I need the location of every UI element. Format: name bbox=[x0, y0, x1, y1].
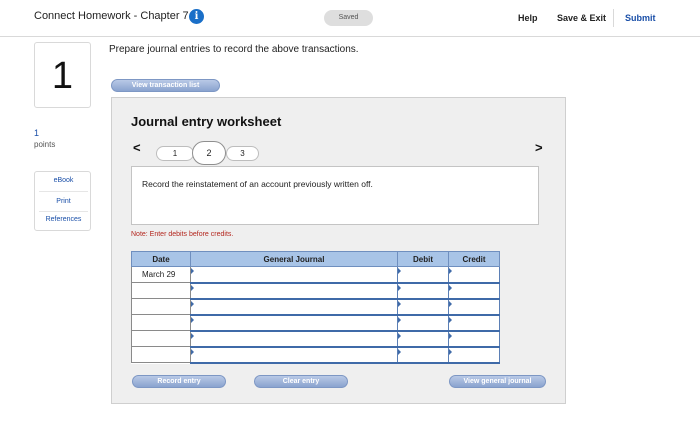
view-general-journal-button[interactable]: View general journal bbox=[449, 375, 546, 388]
account-input[interactable] bbox=[190, 346, 398, 364]
submit-link[interactable]: Submit bbox=[625, 13, 656, 23]
references-link[interactable]: References bbox=[35, 216, 92, 223]
date-cell bbox=[131, 282, 191, 299]
transaction-description: Record the reinstatement of an account p… bbox=[142, 179, 373, 189]
ebook-link[interactable]: eBook bbox=[35, 177, 92, 184]
step-tab-2-active[interactable]: 2 bbox=[192, 141, 226, 165]
clear-entry-button[interactable]: Clear entry bbox=[254, 375, 348, 388]
info-icon[interactable]: i bbox=[189, 9, 204, 24]
table-row: March 29 bbox=[131, 266, 500, 284]
account-input[interactable] bbox=[190, 314, 398, 332]
print-link[interactable]: Print bbox=[35, 198, 92, 205]
debit-input[interactable] bbox=[397, 314, 449, 332]
question-number: 1 bbox=[34, 42, 91, 108]
table-row bbox=[131, 314, 500, 332]
debit-input[interactable] bbox=[397, 298, 449, 316]
account-input[interactable] bbox=[190, 330, 398, 348]
chevron-left-icon[interactable]: < bbox=[133, 140, 141, 155]
column-header-credit: Credit bbox=[448, 251, 500, 267]
question-prompt: Prepare journal entries to record the ab… bbox=[109, 44, 359, 55]
date-cell: March 29 bbox=[131, 266, 191, 283]
date-cell bbox=[131, 298, 191, 315]
credit-input[interactable] bbox=[448, 314, 500, 332]
account-input[interactable] bbox=[190, 266, 398, 284]
debit-credit-note: Note: Enter debits before credits. bbox=[131, 231, 234, 238]
table-row bbox=[131, 298, 500, 316]
points-label: points bbox=[34, 140, 56, 149]
debit-input[interactable] bbox=[397, 330, 449, 348]
credit-input[interactable] bbox=[448, 330, 500, 348]
chevron-right-icon[interactable]: > bbox=[535, 140, 543, 155]
step-tab-1[interactable]: 1 bbox=[156, 146, 194, 161]
date-cell bbox=[131, 346, 191, 363]
date-cell bbox=[131, 330, 191, 347]
record-entry-button[interactable]: Record entry bbox=[132, 375, 226, 388]
table-row bbox=[131, 330, 500, 348]
credit-input[interactable] bbox=[448, 266, 500, 284]
tool-divider bbox=[39, 191, 88, 192]
view-transaction-list-button[interactable]: View transaction list bbox=[111, 79, 220, 92]
column-header-date: Date bbox=[131, 251, 191, 267]
account-input[interactable] bbox=[190, 298, 398, 316]
debit-input[interactable] bbox=[397, 282, 449, 300]
credit-input[interactable] bbox=[448, 346, 500, 364]
debit-input[interactable] bbox=[397, 346, 449, 364]
assignment-title: Connect Homework - Chapter 7 bbox=[34, 10, 189, 22]
column-header-general-journal: General Journal bbox=[190, 251, 398, 267]
journal-entry-worksheet: Journal entry worksheet < 1 2 3 > Record… bbox=[111, 97, 566, 404]
credit-input[interactable] bbox=[448, 282, 500, 300]
step-tab-3[interactable]: 3 bbox=[226, 146, 259, 161]
account-input[interactable] bbox=[190, 282, 398, 300]
points-value: 1 bbox=[34, 128, 40, 138]
column-header-debit: Debit bbox=[397, 251, 449, 267]
transaction-description-box: Record the reinstatement of an account p… bbox=[131, 166, 539, 225]
top-bar: Connect Homework - Chapter 7 i Saved Hel… bbox=[0, 0, 700, 37]
journal-table: Date General Journal Debit Credit March … bbox=[131, 251, 500, 364]
help-link[interactable]: Help bbox=[518, 13, 538, 23]
tool-divider bbox=[39, 211, 88, 212]
credit-input[interactable] bbox=[448, 298, 500, 316]
header-divider bbox=[613, 9, 614, 27]
table-row bbox=[131, 346, 500, 364]
saved-status-badge: Saved bbox=[324, 10, 373, 26]
worksheet-title: Journal entry worksheet bbox=[131, 114, 282, 129]
save-exit-link[interactable]: Save & Exit bbox=[557, 13, 606, 23]
debit-input[interactable] bbox=[397, 266, 449, 284]
table-row bbox=[131, 282, 500, 300]
date-cell bbox=[131, 314, 191, 331]
question-tools: eBook Print References bbox=[34, 171, 91, 231]
